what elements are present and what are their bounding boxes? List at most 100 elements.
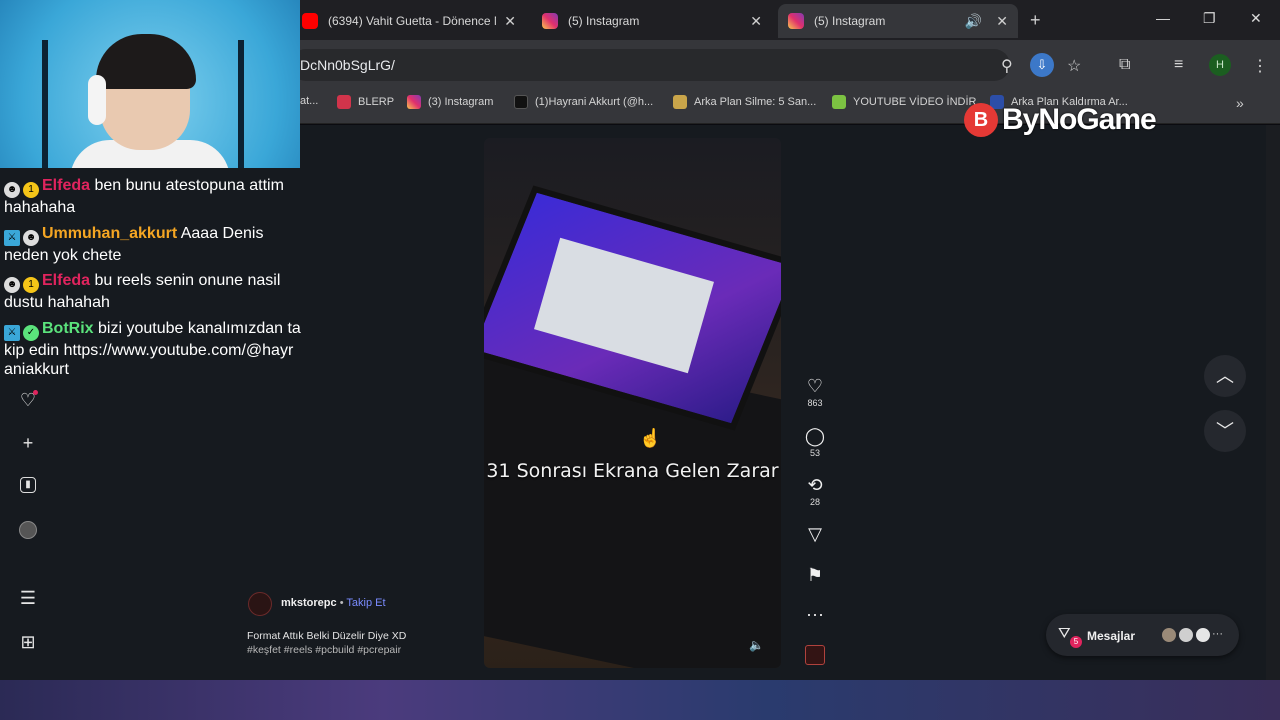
verified-bot-badge-icon: ✓: [23, 324, 39, 341]
logo-text: ByNoGame: [1002, 103, 1157, 136]
profile-avatar-nav[interactable]: [19, 521, 37, 539]
zoom-icon[interactable]: ⚲: [1001, 56, 1013, 76]
post-description: Format Attık Belki Düzelir Diye XD: [247, 630, 407, 642]
subscriber-badge-icon: 1: [23, 182, 39, 198]
next-reel-button[interactable]: ﹀: [1204, 410, 1246, 452]
create-plus-icon[interactable]: +: [18, 433, 38, 453]
bookmark-star-icon[interactable]: ☆: [1067, 56, 1081, 76]
subscriber-badge-icon: 1: [23, 277, 39, 293]
chat-message: ☻ 1 Elfeda ben bunu atestopuna attim hahah…: [4, 176, 302, 218]
unread-badge: 5: [1070, 636, 1082, 648]
close-tab-icon[interactable]: ✕: [504, 13, 516, 30]
tiktok-icon: [514, 95, 528, 109]
repost-button[interactable]: ⟲ 28: [795, 475, 835, 507]
follow-button[interactable]: Takip Et: [346, 597, 385, 609]
post-username[interactable]: mkstorepc: [281, 597, 337, 609]
bookmark-label: YOUTUBE VİDEO İNDİR: [853, 96, 977, 108]
comment-button[interactable]: ◯ 53: [795, 426, 835, 458]
headset: [88, 75, 106, 125]
sound-icon[interactable]: 🔈: [749, 638, 764, 652]
chat-message: ⚔ ☻ Ummuhan_akkurt Aaaa Denis neden yok ch…: [4, 224, 302, 266]
tab-instagram-active[interactable]: (5) Instagram 🔊 ✕: [778, 4, 1018, 38]
more-options-button[interactable]: ···: [795, 604, 835, 624]
bynogame-mark-icon: B: [964, 103, 998, 137]
comment-icon: ◯: [804, 426, 826, 446]
speaker-icon[interactable]: 🔊: [965, 13, 982, 30]
bookmark-item[interactable]: Arka Plan Silme: 5 San...: [673, 95, 816, 109]
tab-youtube[interactable]: (6394) Vahit Guetta - Dönence Mi ✕: [292, 4, 526, 38]
notification-dot: [33, 390, 38, 395]
streamer-hair: [96, 34, 196, 89]
tab-instagram-1[interactable]: (5) Instagram ✕: [532, 4, 772, 38]
youtube-icon: [302, 13, 318, 29]
bookmark-item[interactable]: (3) Instagram: [407, 95, 493, 109]
install-app-icon[interactable]: ⇩: [1030, 53, 1054, 77]
close-tab-icon[interactable]: ✕: [750, 13, 762, 30]
audio-avatar[interactable]: [805, 645, 825, 665]
conversation-avatar: [1177, 626, 1195, 644]
chat-username: Elfeda: [42, 177, 91, 194]
scrollbar[interactable]: [1266, 125, 1280, 680]
download-arrow-icon: [832, 95, 846, 109]
stream-chat: ☻ 1 Elfeda ben bunu atestopuna attim hahah…: [4, 176, 302, 386]
close-tab-icon[interactable]: ✕: [996, 13, 1008, 30]
bookmark-label: (3) Instagram: [428, 96, 494, 108]
share-button[interactable]: ▽: [795, 524, 835, 544]
bookmark-label: (1)Hayrani Akkurt (@h...: [535, 96, 654, 108]
background-light: [238, 40, 244, 168]
window-close-icon[interactable]: ✕: [1250, 10, 1262, 27]
instagram-icon: [542, 13, 558, 29]
extensions-icon[interactable]: ⧉: [1119, 56, 1130, 74]
media-control-icon[interactable]: ≡: [1174, 56, 1183, 74]
more-menu-icon[interactable]: ☰: [18, 588, 38, 608]
post-hashtags[interactable]: #keşfet #reels #pcbuild #pcrepair: [247, 644, 401, 656]
send-icon: ▽: [808, 524, 822, 544]
post-author: mkstorepc • Takip Et: [281, 597, 386, 609]
previous-reel-button[interactable]: ︿: [1204, 355, 1246, 397]
background-light: [42, 40, 48, 168]
tab-title: (5) Instagram: [568, 14, 640, 28]
bookmark-item[interactable]: (1)Hayrani Akkurt (@h...: [514, 95, 653, 109]
conversation-avatar: [1194, 626, 1212, 644]
bookmark-label: Arka Plan Silme: 5 San...: [694, 96, 817, 108]
chat-message: ☻ 1 Elfeda bu reels senin onune nasil dust…: [4, 271, 302, 313]
restore-icon[interactable]: ❐: [1203, 10, 1216, 27]
dashboard-icon[interactable]: ▮: [20, 477, 36, 493]
menu-kebab-icon[interactable]: ⋮: [1252, 56, 1268, 76]
moderator-badge-icon: ⚔: [4, 324, 20, 341]
ellipsis-icon: ···: [806, 604, 824, 624]
webcam-overlay: [0, 0, 300, 168]
save-button[interactable]: ⚑: [795, 565, 835, 585]
repost-count: 28: [809, 497, 820, 507]
minimize-icon[interactable]: —: [1156, 10, 1170, 26]
conversation-avatar: [1160, 626, 1178, 644]
new-tab-icon[interactable]: +: [1030, 10, 1041, 31]
instagram-icon: [407, 95, 421, 109]
chat-message: ⚔ ✓ BotRix bizi youtube kanalımızdan takip…: [4, 319, 302, 380]
moderator-badge-icon: ⚔: [4, 229, 20, 246]
like-count: 863: [807, 398, 823, 408]
user-badge-icon: ☻: [23, 229, 39, 246]
bookmark-item[interactable]: YOUTUBE VİDEO İNDİR: [832, 95, 976, 109]
image-icon: [673, 95, 687, 109]
bookmark-item[interactable]: at...: [300, 95, 318, 107]
comment-count: 53: [809, 448, 820, 458]
tab-title: (6394) Vahit Guetta - Dönence Mi: [328, 14, 497, 28]
instagram-icon: [788, 13, 804, 29]
profile-avatar[interactable]: H: [1209, 54, 1231, 76]
address-text[interactable]: DcNn0bSgLrG/: [300, 57, 395, 73]
hand-cursor-icon: ☝: [639, 428, 662, 448]
more-bookmarks-icon[interactable]: »: [1236, 95, 1244, 111]
user-badge-icon: ☻: [4, 277, 20, 293]
bookmark-icon: ⚑: [806, 565, 824, 585]
reel-video[interactable]: 31 Sonrası Ekrana Gelen Zarar ☝ 🔈: [484, 138, 781, 668]
like-button[interactable]: ♡ 863: [795, 376, 835, 408]
address-bar[interactable]: [290, 49, 1010, 81]
also-from-meta-icon[interactable]: ⊞: [18, 632, 38, 652]
bookmark-item[interactable]: BLERP: [337, 95, 394, 109]
bynogame-logo: B ByNoGame: [964, 102, 1157, 138]
user-badge-icon: ☻: [4, 182, 20, 198]
bookmark-label: BLERP: [358, 96, 395, 108]
more-conversations-icon: ···: [1212, 628, 1223, 640]
post-author-avatar[interactable]: [248, 592, 272, 616]
